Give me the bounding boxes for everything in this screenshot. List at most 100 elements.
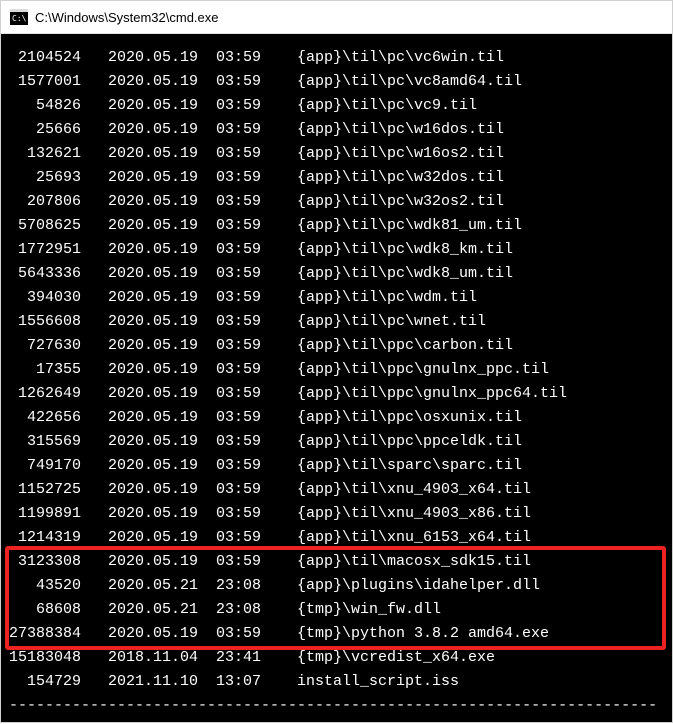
file-time: 03:59 [216,118,270,142]
file-size: 1556608 [9,310,81,334]
file-time: 03:59 [216,382,270,406]
file-row: 3123308 2020.05.19 03:59 {app}\til\macos… [9,550,664,574]
file-path: {app}\til\pc\wdk8_km.til [297,241,513,258]
file-row: 2104524 2020.05.19 03:59 {app}\til\pc\vc… [9,46,664,70]
file-size: 315569 [9,430,81,454]
window-title: C:\Windows\System32\cmd.exe [35,10,219,25]
file-row: 132621 2020.05.19 03:59 {app}\til\pc\w16… [9,142,664,166]
file-row: 207806 2020.05.19 03:59 {app}\til\pc\w32… [9,190,664,214]
file-row: 1214319 2020.05.19 03:59 {app}\til\xnu_6… [9,526,664,550]
file-path: {app}\til\ppc\osxunix.til [297,409,522,426]
file-size: 27388384 [9,622,81,646]
file-date: 2020.05.19 [108,214,207,238]
file-row: 394030 2020.05.19 03:59 {app}\til\pc\wdm… [9,286,664,310]
window: C:\ C:\Windows\System32\cmd.exe 2104524 … [0,0,673,723]
file-size: 422656 [9,406,81,430]
file-date: 2020.05.19 [108,622,207,646]
file-row: 25666 2020.05.19 03:59 {app}\til\pc\w16d… [9,118,664,142]
file-date: 2018.11.04 [108,646,207,670]
file-time: 03:59 [216,622,270,646]
file-size: 1772951 [9,238,81,262]
file-date: 2020.05.19 [108,334,207,358]
file-path: {app}\til\pc\vc9.til [297,97,477,114]
file-date: 2020.05.19 [108,286,207,310]
file-row: 749170 2020.05.19 03:59 {app}\til\sparc\… [9,454,664,478]
file-row: 727630 2020.05.19 03:59 {app}\til\ppc\ca… [9,334,664,358]
cmd-icon: C:\ [9,7,29,27]
file-time: 03:59 [216,406,270,430]
file-time: 23:08 [216,574,270,598]
file-date: 2020.05.21 [108,598,207,622]
file-path: {app}\til\pc\w32os2.til [297,193,504,210]
terminal-output[interactable]: 2104524 2020.05.19 03:59 {app}\til\pc\vc… [1,34,672,722]
file-path: {tmp}\win_fw.dll [297,601,441,618]
file-size: 5643336 [9,262,81,286]
file-path: {app}\til\pc\vc6win.til [297,49,504,66]
file-date: 2020.05.19 [108,382,207,406]
file-size: 2104524 [9,46,81,70]
file-date: 2020.05.19 [108,502,207,526]
file-path: {app}\til\pc\vc8amd64.til [297,73,522,90]
file-date: 2021.11.10 [108,670,207,694]
file-date: 2020.05.19 [108,358,207,382]
file-time: 03:59 [216,454,270,478]
file-time: 03:59 [216,526,270,550]
file-time: 03:59 [216,238,270,262]
file-row: 1262649 2020.05.19 03:59 {app}\til\ppc\g… [9,382,664,406]
file-path: {app}\til\xnu_4903_x86.til [297,505,531,522]
file-path: {app}\plugins\idahelper.dll [297,577,540,594]
file-time: 23:41 [216,646,270,670]
file-row: 17355 2020.05.19 03:59 {app}\til\ppc\gnu… [9,358,664,382]
file-path: {app}\til\pc\w32dos.til [297,169,504,186]
file-row: 1199891 2020.05.19 03:59 {app}\til\xnu_4… [9,502,664,526]
file-time: 03:59 [216,214,270,238]
file-date: 2020.05.19 [108,190,207,214]
file-path: {app}\til\xnu_4903_x64.til [297,481,531,498]
file-time: 03:59 [216,550,270,574]
file-time: 03:59 [216,310,270,334]
file-time: 03:59 [216,358,270,382]
file-time: 03:59 [216,262,270,286]
file-time: 03:59 [216,70,270,94]
file-date: 2020.05.19 [108,430,207,454]
file-path: {app}\til\pc\w16os2.til [297,145,504,162]
file-path: {app}\til\pc\w16dos.til [297,121,504,138]
file-date: 2020.05.19 [108,142,207,166]
file-path: {app}\til\ppc\gnulnx_ppc.til [297,361,549,378]
file-size: 68608 [9,598,81,622]
file-date: 2020.05.19 [108,478,207,502]
file-date: 2020.05.19 [108,46,207,70]
file-path: {tmp}\vcredist_x64.exe [297,649,495,666]
title-bar[interactable]: C:\ C:\Windows\System32\cmd.exe [1,1,672,34]
file-path: {app}\til\ppc\ppceldk.til [297,433,522,450]
file-time: 03:59 [216,478,270,502]
file-path: {app}\til\pc\wdm.til [297,289,477,306]
file-path: {app}\til\pc\wdk81_um.til [297,217,522,234]
file-time: 03:59 [216,142,270,166]
file-time: 23:08 [216,598,270,622]
file-size: 749170 [9,454,81,478]
file-row: 15183048 2018.11.04 23:41 {tmp}\vcredist… [9,646,664,670]
file-size: 154729 [9,670,81,694]
file-time: 03:59 [216,190,270,214]
file-row: 43520 2020.05.21 23:08 {app}\plugins\ida… [9,574,664,598]
file-date: 2020.05.19 [108,70,207,94]
file-row: 1577001 2020.05.19 03:59 {app}\til\pc\vc… [9,70,664,94]
file-row: 1772951 2020.05.19 03:59 {app}\til\pc\wd… [9,238,664,262]
file-date: 2020.05.19 [108,94,207,118]
file-time: 13:07 [216,670,270,694]
file-size: 1199891 [9,502,81,526]
file-path: {app}\til\pc\wdk8_um.til [297,265,513,282]
file-path: {app}\til\ppc\carbon.til [297,337,513,354]
file-size: 5708625 [9,214,81,238]
file-row: 1556608 2020.05.19 03:59 {app}\til\pc\wn… [9,310,664,334]
file-time: 03:59 [216,166,270,190]
file-size: 394030 [9,286,81,310]
file-date: 2020.05.19 [108,166,207,190]
file-size: 25693 [9,166,81,190]
svg-text:C:\: C:\ [12,14,27,23]
file-size: 727630 [9,334,81,358]
file-size: 43520 [9,574,81,598]
file-time: 03:59 [216,94,270,118]
file-row: 27388384 2020.05.19 03:59 {tmp}\python 3… [9,622,664,646]
